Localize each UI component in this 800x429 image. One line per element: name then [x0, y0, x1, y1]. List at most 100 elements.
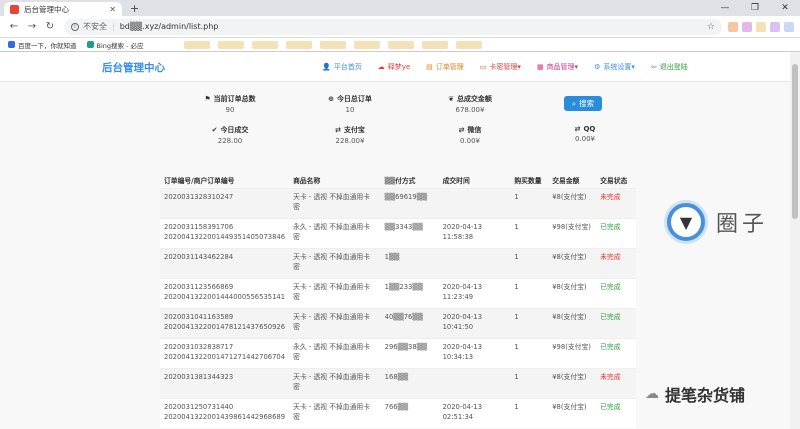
flag-icon: ⚑ — [204, 95, 211, 103]
cell-time: 2020-04-13 10:41:50 — [438, 307, 511, 338]
hat-logo-icon: ▼ — [664, 200, 708, 244]
cell-time-text: 2020-04-13 — [442, 312, 483, 321]
search-button[interactable]: ⌕ 搜索 — [564, 96, 602, 111]
cell-payment: 766▒▒ — [380, 397, 439, 428]
cell-time — [438, 187, 511, 218]
stat-value: 0.00¥ — [459, 137, 481, 145]
menu-item-products[interactable]: ▦ 商品管理▾ — [537, 62, 578, 72]
address-url: bd▒▒.xyz/admin/list.php — [119, 22, 219, 31]
cell-time-text: 11:23:49 — [442, 292, 474, 301]
cell-order-text: 2020031328310247 — [164, 192, 234, 201]
cell-qty-text: 1 — [514, 402, 519, 411]
retweet-icon: ⇄ — [574, 125, 581, 133]
cell-product: 天卡 - 透视 不掉血通用卡密 — [289, 247, 381, 278]
browser-tab[interactable]: 后台管理中心 ✕ — [4, 2, 122, 16]
cell-order: 2020031250731440 202004132200143986144296… — [160, 397, 290, 428]
col-product: 商品名称 — [289, 158, 381, 188]
window-controls: — ❐ ✕ — [710, 0, 800, 16]
cell-qty: 1 — [510, 187, 549, 218]
cloud-icon: ☁ — [377, 63, 385, 71]
extension-icon[interactable] — [742, 21, 752, 32]
address-bar[interactable]: i 不安全 | bd▒▒.xyz/admin/list.php ☆ — [64, 18, 722, 35]
cell-product: 天卡 - 透视 不掉血通用卡密 — [289, 397, 381, 428]
close-window-icon[interactable]: ✕ — [770, 0, 800, 16]
info-icon[interactable]: i — [71, 22, 79, 31]
cell-status-text: 已完成 — [600, 402, 621, 411]
cell-amount: ¥8(支付宝) — [548, 397, 597, 428]
extension-icon[interactable] — [728, 21, 738, 32]
page-scrollbar[interactable] — [790, 52, 800, 429]
cell-order: 2020031328310247 — [160, 187, 290, 218]
extensions-area — [728, 21, 794, 32]
stat-qq: ⇄ QQ 0.00¥ — [555, 125, 615, 143]
reload-icon[interactable]: ↻ — [42, 21, 58, 32]
new-tab-button[interactable]: + — [130, 2, 139, 15]
cell-order: 2020031123566869 202004132200144400055653… — [160, 277, 290, 308]
menu-item-settings[interactable]: ⚙ 系统设置▾ — [594, 62, 635, 72]
card-icon: ▭ — [479, 63, 487, 71]
cell-amount-text: ¥8(支付宝) — [552, 402, 587, 411]
cell-product: 天卡 - 透视 不掉血通用卡密 — [289, 187, 381, 218]
cell-payment: ▒▒69619▒▒ — [380, 187, 439, 218]
cell-qty: 1 — [510, 217, 549, 248]
retweet-icon: ⇄ — [458, 126, 465, 134]
extension-icon[interactable] — [756, 21, 766, 32]
retweet-icon: ⇄ — [335, 126, 341, 134]
menu-item-home[interactable]: 👤 平台首页 — [322, 62, 362, 72]
cell-time-text: 2020-04-13 — [442, 402, 483, 411]
maximize-icon[interactable]: ❐ — [740, 0, 770, 16]
cell-payment: 296▒▒38▒▒ — [380, 337, 439, 368]
minimize-icon[interactable]: — — [710, 0, 740, 16]
cell-time: 2020-04-13 11:23:49 — [438, 277, 511, 308]
cell-payment: 1▒▒233▒▒ — [380, 277, 439, 308]
cell-order-text: 2020041322001449351405073846 — [164, 232, 286, 241]
cell-product: 天卡 - 透视 不掉血通用卡密 — [289, 277, 381, 308]
cell-time: 2020-04-13 11:58:38 — [438, 217, 511, 248]
col-amount: 交易金额 — [548, 158, 597, 188]
cell-payment: 168▒▒ — [380, 367, 439, 398]
browser-toolbar: ← → ↻ i 不安全 | bd▒▒.xyz/admin/list.php ☆ — [0, 16, 800, 38]
cell-order-text: 2020031381344323 — [164, 372, 234, 381]
cell-order-text: 2020041322001439861442968689 — [164, 412, 286, 421]
bookmark-star-icon[interactable]: ☆ — [707, 22, 715, 32]
search-button-label: 搜索 — [579, 99, 595, 108]
cell-status: 已完成 — [596, 217, 636, 248]
cell-qty-text: 1 — [514, 192, 519, 201]
table-row: 2020031328310247 天卡 - 透视 不掉血通用卡密 ▒▒69619▒▒… — [160, 187, 636, 218]
cell-time: 2020-04-13 02:51:34 — [438, 397, 511, 428]
extension-icon[interactable] — [770, 21, 780, 32]
forward-icon[interactable]: → — [24, 21, 40, 32]
cell-amount: ¥8(支付宝) — [548, 187, 597, 218]
watermark-text: 圈子 — [716, 212, 769, 237]
back-icon[interactable]: ← — [6, 21, 22, 32]
stat-label: QQ — [583, 125, 596, 133]
cell-qty-text: 1 — [514, 312, 519, 321]
menu-label: 卡密管理▾ — [489, 63, 521, 71]
scrollbar-thumb[interactable] — [792, 64, 798, 219]
cell-order-text: 2020031041163589 — [164, 312, 234, 321]
cell-order: 2020031158391706 202004132200144935140507… — [160, 217, 290, 248]
gear-icon: ⚙ — [594, 63, 601, 71]
cell-product-text: 天卡 - 透视 不掉血通用卡密 — [293, 282, 370, 301]
bookmark-label: Bing搜索 - 必应 — [96, 41, 144, 50]
menu-item-logout[interactable]: ⇦ 退出登陆 — [651, 62, 688, 72]
cell-payment-text: 296▒▒38▒▒ — [384, 342, 428, 351]
stat-total-amount: ❦ 总成交金额 678.00¥ — [440, 94, 500, 114]
profile-avatar[interactable] — [784, 21, 794, 32]
menu-item-user[interactable]: ☁ 释梦ye — [378, 62, 410, 72]
cell-amount-text: ¥8(支付宝) — [552, 282, 587, 291]
check-icon: ✔ — [211, 126, 218, 134]
bookmark-item[interactable]: Bing搜索 - 必应 — [86, 40, 144, 50]
site-brand[interactable]: 后台管理中心 — [102, 60, 165, 75]
close-tab-icon[interactable]: ✕ — [109, 5, 116, 14]
table-body: 2020031328310247 天卡 - 透视 不掉血通用卡密 ▒▒69619▒▒… — [160, 187, 636, 428]
bookmark-item[interactable]: 百度一下，你就知道 — [8, 40, 77, 50]
table-row: 2020031041163589 202004132200147812143765… — [160, 307, 636, 338]
logout-icon: ⇦ — [650, 63, 657, 71]
menu-item-cards[interactable]: ▭ 卡密管理▾ — [480, 62, 521, 72]
browser-tab-title: 后台管理中心 — [24, 4, 69, 14]
menu-item-orders[interactable]: ▤ 订单管理 — [426, 62, 464, 72]
cell-product-text: 天卡 - 透视 不掉血通用卡密 — [293, 192, 370, 211]
cell-order: 2020031381344323 — [160, 367, 290, 398]
main-menu: 👤 平台首页 ☁ 释梦ye ▤ 订单管理 ▭ 卡密管理▾ ▦ 商品管理▾ ⚙ 系… — [322, 62, 688, 72]
